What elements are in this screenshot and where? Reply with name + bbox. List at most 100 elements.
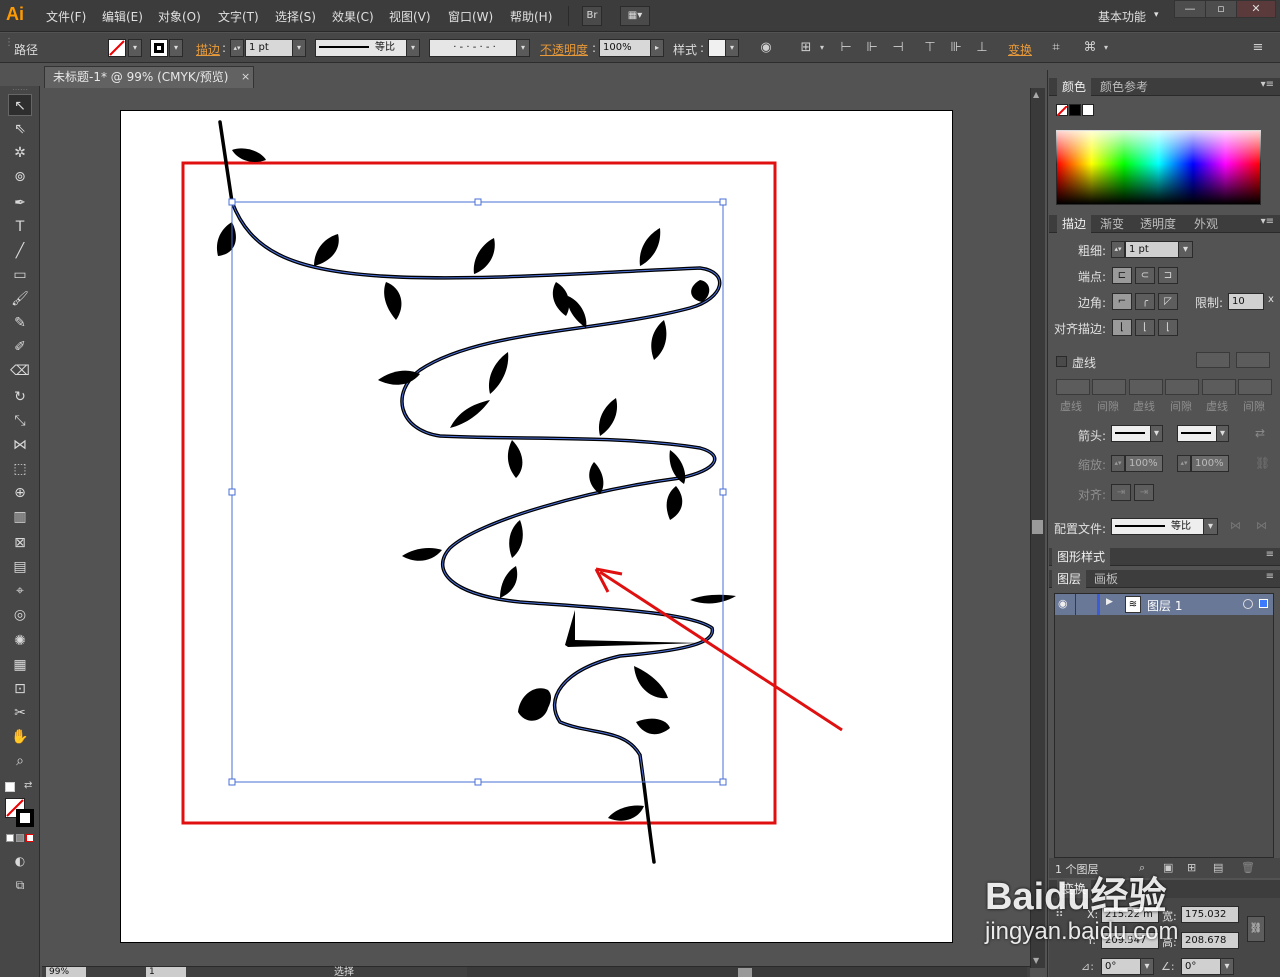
gap-input-2[interactable] bbox=[1165, 379, 1199, 395]
new-sublayer-icon[interactable]: ⊞ bbox=[1187, 861, 1196, 874]
dash-input-2[interactable] bbox=[1129, 379, 1163, 395]
expand-triangle-icon[interactable]: ▶ bbox=[1106, 597, 1113, 607]
profile-select[interactable]: 等比 bbox=[1111, 518, 1204, 535]
scroll-up-icon[interactable]: ▲ bbox=[1033, 90, 1039, 99]
scrollbar-thumb[interactable] bbox=[1032, 520, 1043, 534]
align-inside-button[interactable]: ⌊ bbox=[1135, 319, 1155, 336]
tab-graphic-styles[interactable]: 图形样式 bbox=[1052, 548, 1111, 566]
eye-icon[interactable]: ◉ bbox=[1058, 597, 1068, 610]
align-center-button[interactable]: ⌊ bbox=[1112, 319, 1132, 336]
bevel-join-button[interactable]: ◸ bbox=[1158, 293, 1178, 310]
layer-name[interactable]: 图层 1 bbox=[1147, 597, 1182, 614]
round-join-button[interactable]: ╭ bbox=[1135, 293, 1155, 310]
layer-row[interactable]: ◉ ▶ ≋ 图层 1 bbox=[1055, 594, 1273, 615]
layer-thumbnail: ≋ bbox=[1125, 596, 1141, 613]
leaf bbox=[598, 398, 618, 436]
tab-color-guide[interactable]: 颜色参考 bbox=[1095, 78, 1153, 96]
color-panel-header: 颜色 颜色参考 ▾≡ bbox=[1049, 78, 1280, 96]
tab-gradient[interactable]: 渐变 bbox=[1095, 215, 1129, 233]
end-arrow-dropdown[interactable]: ▾ bbox=[1216, 425, 1229, 442]
butt-cap-button[interactable]: ⊏ bbox=[1112, 267, 1132, 284]
end-arrow-select[interactable] bbox=[1177, 425, 1217, 442]
layer-color-bar bbox=[1097, 594, 1100, 615]
tab-transparency[interactable]: 透明度 bbox=[1135, 215, 1181, 233]
tab-layers[interactable]: 图层 bbox=[1052, 570, 1087, 588]
leaf bbox=[636, 718, 670, 735]
limit-unit: x bbox=[1268, 294, 1274, 305]
panel-menu-icon[interactable]: ≡ bbox=[1266, 549, 1274, 560]
scale-end-input[interactable]: 100% bbox=[1191, 455, 1229, 472]
weight-stepper[interactable]: ▴▾ bbox=[1111, 241, 1125, 258]
preserve-dash-button[interactable] bbox=[1196, 352, 1230, 368]
new-layer-icon[interactable]: ▤ bbox=[1213, 861, 1223, 874]
scroll-down-icon[interactable]: ▼ bbox=[1033, 956, 1039, 965]
shear-dropdown[interactable]: ▾ bbox=[1220, 958, 1234, 975]
start-arrow-select[interactable] bbox=[1111, 425, 1151, 442]
graphic-styles-header: 图形样式 ≡ bbox=[1049, 548, 1280, 566]
align-outside-button[interactable]: ⌊ bbox=[1158, 319, 1178, 336]
leaves-group[interactable] bbox=[216, 148, 736, 821]
arrow-tip-end-button[interactable]: ⇥ bbox=[1134, 484, 1154, 501]
shear-input[interactable]: 0° bbox=[1181, 958, 1221, 975]
panel-menu-icon[interactable]: ▾≡ bbox=[1261, 216, 1274, 227]
start-arrow-dropdown[interactable]: ▾ bbox=[1150, 425, 1163, 442]
profile-label: 配置文件: bbox=[1054, 522, 1107, 536]
leaf bbox=[450, 400, 490, 428]
tab-stroke[interactable]: 描边 bbox=[1057, 215, 1092, 233]
dash-input-1[interactable] bbox=[1056, 379, 1090, 395]
status-mode: 选择 bbox=[334, 967, 354, 977]
zoom-field[interactable]: 99% bbox=[46, 967, 86, 977]
black-swatch[interactable] bbox=[1069, 104, 1081, 116]
artboard-number-field[interactable]: 1 bbox=[146, 967, 186, 977]
leaf bbox=[567, 296, 587, 328]
panel-menu-icon[interactable]: ≡ bbox=[1266, 571, 1274, 582]
dash-label-3: 虚线 bbox=[1206, 400, 1228, 413]
scrollbar-thumb[interactable] bbox=[738, 968, 752, 977]
weight-input[interactable]: 1 pt bbox=[1125, 241, 1179, 258]
selection-indicator-icon[interactable] bbox=[1259, 599, 1268, 608]
projecting-cap-button[interactable]: ⊐ bbox=[1158, 267, 1178, 284]
dash-input-3[interactable] bbox=[1202, 379, 1236, 395]
weight-dropdown[interactable]: ▾ bbox=[1178, 241, 1193, 258]
arrow-tip-beyond-button[interactable]: ⇥ bbox=[1111, 484, 1131, 501]
gap-input-1[interactable] bbox=[1092, 379, 1126, 395]
flip-along-icon[interactable]: ⋈ bbox=[1230, 519, 1241, 532]
scale-end-stepper[interactable]: ▴▾ bbox=[1177, 455, 1191, 472]
link-scale-icon[interactable]: ⛓ bbox=[1255, 456, 1270, 470]
flip-across-icon[interactable]: ⋈ bbox=[1256, 519, 1267, 532]
height-input[interactable]: 208.678 bbox=[1181, 932, 1239, 949]
leaf bbox=[473, 238, 495, 274]
width-input[interactable]: 175.032 bbox=[1181, 906, 1239, 923]
round-cap-button[interactable]: ⊂ bbox=[1135, 267, 1155, 284]
scale-start-stepper[interactable]: ▴▾ bbox=[1111, 455, 1125, 472]
profile-dropdown[interactable]: ▾ bbox=[1203, 518, 1218, 535]
delete-layer-icon[interactable]: 🗑 bbox=[1241, 861, 1255, 874]
gap-input-3[interactable] bbox=[1238, 379, 1272, 395]
vine-stem[interactable] bbox=[218, 120, 722, 864]
panel-menu-icon[interactable]: ▾≡ bbox=[1261, 79, 1274, 90]
tab-appearance[interactable]: 外观 bbox=[1189, 215, 1223, 233]
tab-color[interactable]: 颜色 bbox=[1057, 78, 1092, 96]
scale-label: 缩放: bbox=[1078, 458, 1107, 472]
constrain-proportions-icon[interactable]: ⛓ bbox=[1247, 916, 1265, 942]
limit-input[interactable]: 10 bbox=[1228, 293, 1264, 310]
selection-bounding-box[interactable] bbox=[231, 201, 724, 783]
leaf bbox=[608, 805, 644, 821]
scale-start-input[interactable]: 100% bbox=[1125, 455, 1163, 472]
tab-artboards[interactable]: 画板 bbox=[1089, 570, 1123, 588]
align-dash-button[interactable] bbox=[1236, 352, 1270, 368]
leaf bbox=[589, 462, 604, 494]
none-swatch[interactable] bbox=[1056, 104, 1068, 117]
layers-list bbox=[1054, 593, 1274, 858]
align-arrows-label: 对齐: bbox=[1078, 488, 1107, 502]
swap-arrows-icon[interactable]: ⇄ bbox=[1255, 426, 1265, 440]
selection-handles[interactable] bbox=[228, 198, 727, 786]
miter-join-button[interactable]: ⌐ bbox=[1112, 293, 1132, 310]
dashed-checkbox[interactable] bbox=[1056, 356, 1067, 367]
target-icon[interactable] bbox=[1243, 599, 1253, 609]
gap-label-1: 间隙 bbox=[1097, 400, 1119, 413]
rotate-input[interactable]: 0° bbox=[1101, 958, 1141, 975]
rotate-dropdown[interactable]: ▾ bbox=[1140, 958, 1154, 975]
leaf bbox=[518, 688, 551, 721]
white-swatch[interactable] bbox=[1082, 104, 1094, 116]
